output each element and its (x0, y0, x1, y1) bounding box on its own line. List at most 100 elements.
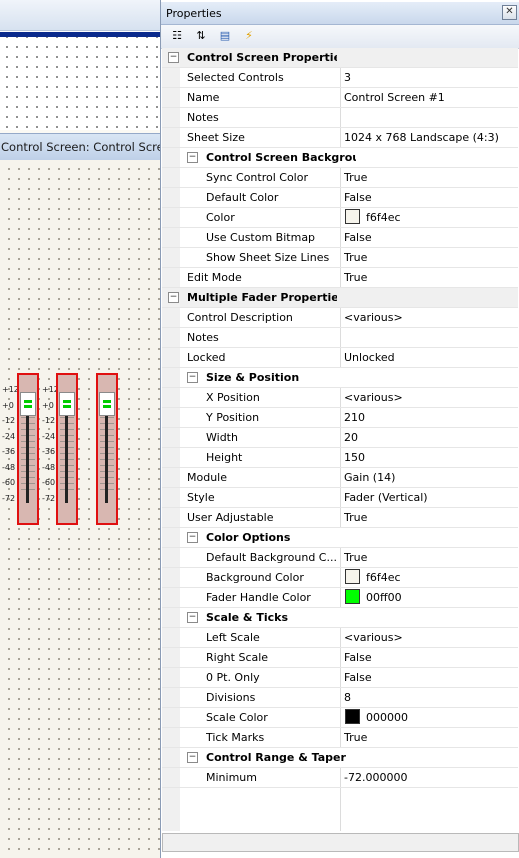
categorized-icon[interactable]: ☷ (169, 29, 185, 43)
property-grid-separator[interactable] (340, 248, 341, 267)
property-row[interactable]: Fader Handle Color 00ff00 (162, 588, 518, 608)
property-value[interactable]: True (344, 268, 516, 287)
property-grid-separator[interactable] (340, 648, 341, 667)
property-grid-separator[interactable] (340, 588, 341, 607)
property-row[interactable]: Name Control Screen #1 (162, 88, 518, 108)
property-row[interactable]: Notes (162, 328, 518, 348)
property-grid-separator[interactable] (340, 668, 341, 687)
property-value[interactable]: True (344, 248, 516, 267)
fader-1[interactable] (17, 373, 39, 525)
property-value[interactable] (344, 108, 516, 127)
property-row[interactable]: Sync Control Color True (162, 168, 518, 188)
fader-handle[interactable] (99, 392, 115, 416)
property-value[interactable] (344, 328, 516, 347)
property-value[interactable]: 000000 (344, 708, 516, 727)
fader-handle[interactable] (59, 392, 75, 416)
property-row[interactable]: Left Scale <various> (162, 628, 518, 648)
property-grid-separator[interactable] (340, 188, 341, 207)
collapse-icon[interactable]: − (187, 752, 198, 763)
property-value[interactable]: 00ff00 (344, 588, 516, 607)
property-grid-separator[interactable] (340, 789, 341, 831)
property-value[interactable]: False (344, 668, 516, 687)
property-row[interactable]: Control Description <various> (162, 308, 518, 328)
property-value[interactable]: 8 (344, 688, 516, 707)
collapse-icon[interactable]: − (187, 152, 198, 163)
property-grid-separator[interactable] (340, 128, 341, 147)
events-icon[interactable]: ⚡ (241, 29, 257, 43)
property-grid-separator[interactable] (340, 768, 341, 787)
property-grid-separator[interactable] (340, 328, 341, 347)
property-value[interactable]: Unlocked (344, 348, 516, 367)
collapse-icon[interactable]: − (187, 372, 198, 383)
property-value[interactable]: Fader (Vertical) (344, 488, 516, 507)
fader-3[interactable] (96, 373, 118, 525)
property-value[interactable]: True (344, 728, 516, 747)
property-value[interactable]: True (344, 168, 516, 187)
fader-2[interactable] (56, 373, 78, 525)
property-grid-separator[interactable] (340, 468, 341, 487)
property-grid-separator[interactable] (340, 388, 341, 407)
property-row[interactable]: Divisions 8 (162, 688, 518, 708)
property-value[interactable]: 20 (344, 428, 516, 447)
property-subcategory-row[interactable]: − Color Options (162, 528, 518, 548)
property-row[interactable]: Edit Mode True (162, 268, 518, 288)
property-grid-separator[interactable] (340, 568, 341, 587)
property-row[interactable]: Width 20 (162, 428, 518, 448)
property-row[interactable]: X Position <various> (162, 388, 518, 408)
property-row[interactable]: Use Custom Bitmap False (162, 228, 518, 248)
property-row[interactable]: Sheet Size 1024 x 768 Landscape (4:3) (162, 128, 518, 148)
property-row[interactable]: Right Scale False (162, 648, 518, 668)
property-value[interactable]: 150 (344, 448, 516, 467)
property-row[interactable]: Scale Color 000000 (162, 708, 518, 728)
property-row[interactable]: Locked Unlocked (162, 348, 518, 368)
property-grid-separator[interactable] (340, 688, 341, 707)
property-grid-separator[interactable] (340, 228, 341, 247)
collapse-icon[interactable]: − (187, 532, 198, 543)
property-value[interactable]: <various> (344, 308, 516, 327)
property-row[interactable]: Tick Marks True (162, 728, 518, 748)
property-subcategory-row[interactable]: − Scale & Ticks (162, 608, 518, 628)
control-screen-canvas[interactable]: +12 +0 -12 -24 -36 -48 -60 -72 +12 +0 -12 -24 -36 -4… (0, 160, 161, 858)
property-value[interactable]: False (344, 228, 516, 247)
property-category-row[interactable]: − Control Screen Properties (162, 48, 518, 68)
property-row[interactable]: Background Color f6f4ec (162, 568, 518, 588)
property-category-row[interactable]: − Multiple Fader Properties (162, 288, 518, 308)
property-row[interactable]: Default Background C... True (162, 548, 518, 568)
property-row[interactable]: Module Gain (14) (162, 468, 518, 488)
collapse-icon[interactable]: − (168, 292, 179, 303)
property-grid-separator[interactable] (340, 88, 341, 107)
property-grid-separator[interactable] (340, 408, 341, 427)
property-value[interactable]: Gain (14) (344, 468, 516, 487)
property-grid-separator[interactable] (340, 548, 341, 567)
property-row[interactable]: Notes (162, 108, 518, 128)
property-grid-separator[interactable] (340, 708, 341, 727)
property-grid-separator[interactable] (340, 448, 341, 467)
property-value[interactable]: 210 (344, 408, 516, 427)
properties-title-bar[interactable]: Properties ✕ (161, 2, 519, 25)
property-row[interactable]: Style Fader (Vertical) (162, 488, 518, 508)
property-grid-separator[interactable] (340, 208, 341, 227)
property-value[interactable]: f6f4ec (344, 208, 516, 227)
collapse-icon[interactable]: − (187, 612, 198, 623)
property-value[interactable]: f6f4ec (344, 568, 516, 587)
property-subcategory-row[interactable]: −Control Screen Background (162, 148, 518, 168)
property-grid-separator[interactable] (340, 728, 341, 747)
property-subcategory-row[interactable]: − Control Range & Taper (162, 748, 518, 768)
property-row[interactable]: User Adjustable True (162, 508, 518, 528)
property-grid-separator[interactable] (340, 428, 341, 447)
property-row[interactable]: Minimum -72.000000 (162, 768, 518, 788)
close-icon[interactable]: ✕ (502, 5, 517, 20)
property-value[interactable]: -72.000000 (344, 768, 516, 787)
property-row[interactable]: Default Color False (162, 188, 518, 208)
collapse-icon[interactable]: − (168, 52, 179, 63)
property-row[interactable]: Height 150 (162, 448, 518, 468)
property-value[interactable]: True (344, 508, 516, 527)
property-grid-separator[interactable] (340, 348, 341, 367)
property-row[interactable]: Selected Controls 3 (162, 68, 518, 88)
property-grid-separator[interactable] (340, 108, 341, 127)
property-value[interactable]: False (344, 188, 516, 207)
property-grid-separator[interactable] (340, 268, 341, 287)
property-value[interactable]: <various> (344, 628, 516, 647)
property-value[interactable]: 1024 x 768 Landscape (4:3) (344, 128, 516, 147)
property-pages-icon[interactable]: ▤ (217, 29, 233, 43)
